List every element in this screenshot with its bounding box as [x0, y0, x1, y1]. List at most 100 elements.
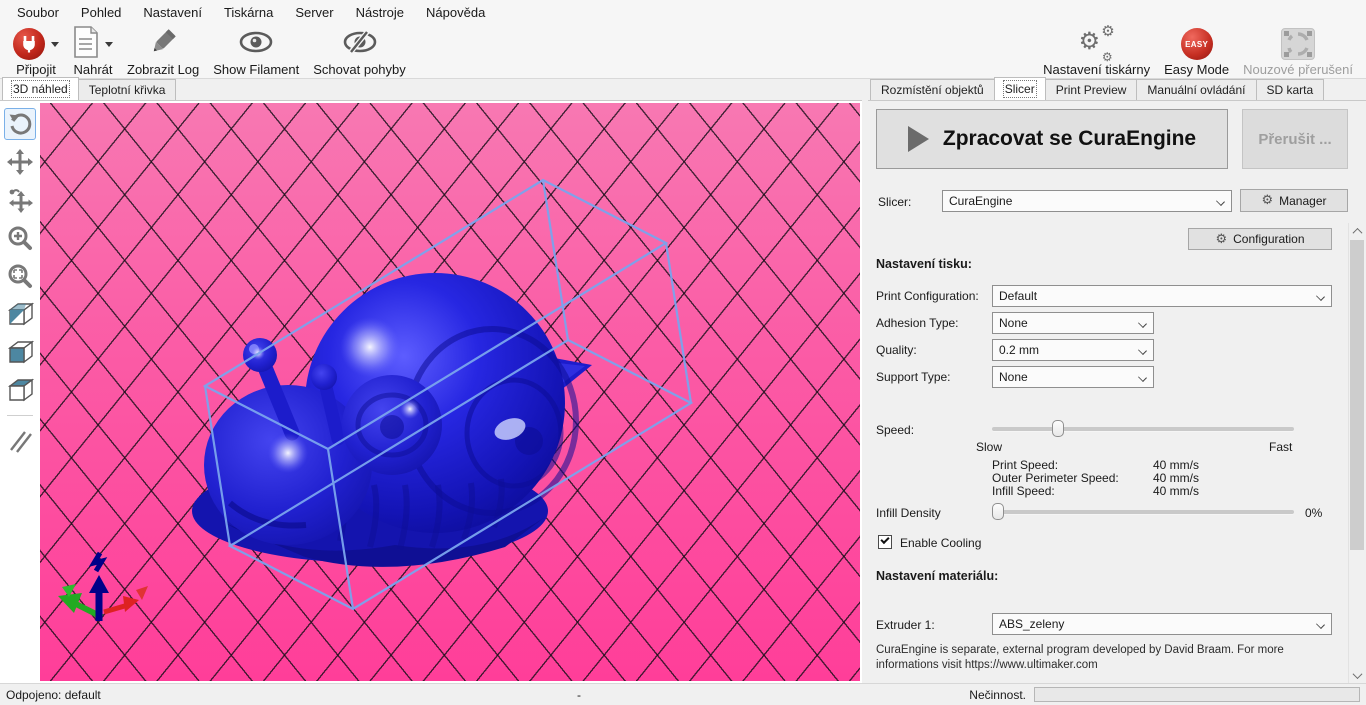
slicer-select-value: CuraEngine: [949, 194, 1012, 208]
isometric-view-icon[interactable]: [4, 298, 36, 330]
quality-select[interactable]: 0.2 mm: [992, 339, 1154, 361]
upload-dropdown-caret-icon[interactable]: [105, 42, 113, 47]
rotate-view-icon[interactable]: [4, 108, 36, 140]
status-bar: Odpojeno: default - Nečinnost.: [0, 683, 1366, 705]
viewport-3d[interactable]: [40, 103, 860, 681]
speed-slider-handle[interactable]: [1052, 420, 1064, 437]
menu-nastaveni[interactable]: Nastavení: [132, 1, 213, 24]
scroll-up-button[interactable]: [1349, 223, 1365, 240]
tab-print-preview[interactable]: Print Preview: [1045, 79, 1138, 100]
extruder-1-select[interactable]: ABS_zeleny: [992, 613, 1332, 635]
move-object-icon[interactable]: [4, 184, 36, 216]
menu-tiskarna[interactable]: Tiskárna: [213, 1, 284, 24]
slice-button[interactable]: Zpracovat se CuraEngine: [876, 109, 1228, 169]
enable-cooling-label: Enable Cooling: [900, 536, 981, 550]
view-area: [0, 100, 862, 683]
hide-moves-button[interactable]: Schovat pohyby: [306, 26, 413, 78]
easy-mode-icon: EASY: [1181, 28, 1213, 60]
scroll-up-icon: [1352, 228, 1362, 238]
easy-mode-label: Easy Mode: [1164, 62, 1229, 77]
snail-model[interactable]: [192, 273, 592, 567]
menu-nastroje[interactable]: Nástroje: [345, 1, 415, 24]
connect-button[interactable]: Připojit: [6, 26, 66, 78]
manager-button-label: Manager: [1279, 194, 1326, 208]
tab-sd-card[interactable]: SD karta: [1256, 79, 1325, 100]
control-tabstrip: Rozmístění objektů Slicer Print Preview …: [868, 80, 1366, 100]
chevron-down-icon: [1316, 620, 1325, 629]
infill-density-label: Infill Density: [876, 506, 941, 520]
slicer-select[interactable]: CuraEngine: [942, 190, 1232, 212]
tab-manual-control[interactable]: Manuální ovládání: [1136, 79, 1256, 100]
outer-perimeter-speed-value: 40 mm/s: [1153, 471, 1199, 485]
slicer-label: Slicer:: [878, 195, 911, 209]
tab-slicer[interactable]: Slicer: [994, 77, 1046, 100]
tool-strip-separator: [7, 415, 33, 416]
parallel-projection-icon[interactable]: [4, 425, 36, 457]
view-panel: 3D náhled Teplotní křivka: [0, 80, 862, 683]
configuration-button[interactable]: ⚙ Configuration: [1188, 228, 1332, 250]
slice-button-label: Zpracovat se CuraEngine: [943, 127, 1196, 151]
printer-settings-label: Nastavení tiskárny: [1043, 62, 1150, 77]
print-configuration-value: Default: [999, 289, 1037, 303]
adhesion-type-select[interactable]: None: [992, 312, 1154, 334]
extruder-1-value: ABS_zeleny: [999, 617, 1064, 631]
view-tabstrip: 3D náhled Teplotní křivka: [0, 80, 862, 100]
configuration-button-label: Configuration: [1233, 232, 1304, 246]
slicer-panel: Zpracovat se CuraEngine Přerušit ... Sli…: [868, 100, 1366, 683]
plug-icon: [13, 28, 45, 60]
speed-slider[interactable]: [992, 419, 1294, 437]
panel-scrollbar[interactable]: [1348, 223, 1364, 684]
manager-button[interactable]: ⚙ Manager: [1240, 189, 1348, 212]
menu-pohled[interactable]: Pohled: [70, 1, 132, 24]
connect-dropdown-caret-icon[interactable]: [51, 42, 59, 47]
enable-cooling-checkbox[interactable]: [878, 535, 892, 549]
infill-density-slider[interactable]: [992, 502, 1294, 520]
move-view-icon[interactable]: [4, 146, 36, 178]
infill-density-slider-track: [992, 510, 1294, 514]
menu-server[interactable]: Server: [284, 1, 344, 24]
infill-speed-value: 40 mm/s: [1153, 484, 1199, 498]
tab-object-placement[interactable]: Rozmístění objektů: [870, 79, 995, 100]
print-configuration-select[interactable]: Default: [992, 285, 1332, 307]
menu-napoveda[interactable]: Nápověda: [415, 1, 496, 24]
tab-temperature-curve[interactable]: Teplotní křivka: [78, 79, 177, 100]
support-type-select[interactable]: None: [992, 366, 1154, 388]
scroll-down-icon: [1352, 669, 1362, 679]
speed-label: Speed:: [876, 423, 914, 437]
print-settings-header: Nastavení tisku:: [876, 257, 972, 271]
tab-3d-preview[interactable]: 3D náhled: [2, 77, 79, 100]
scroll-down-button[interactable]: [1349, 667, 1365, 684]
zoom-in-icon[interactable]: [4, 222, 36, 254]
quality-label: Quality:: [876, 343, 917, 357]
show-log-label: Zobrazit Log: [127, 62, 199, 77]
outer-perimeter-speed-label: Outer Perimeter Speed:: [992, 471, 1119, 485]
adhesion-type-value: None: [999, 316, 1028, 330]
print-speed-value: 40 mm/s: [1153, 458, 1199, 472]
printer-settings-button[interactable]: ⚙ ⚙ ⚙ Nastavení tiskárny: [1036, 26, 1157, 78]
eye-slash-icon: [342, 29, 378, 60]
eye-icon: [238, 30, 274, 59]
zoom-fit-icon[interactable]: [4, 260, 36, 292]
scrollbar-thumb[interactable]: [1350, 240, 1364, 550]
infill-density-slider-handle[interactable]: [992, 503, 1004, 520]
show-log-button[interactable]: Zobrazit Log: [120, 26, 206, 78]
upload-label: Nahrát: [73, 62, 112, 77]
top-view-icon[interactable]: [4, 374, 36, 406]
main-toolbar: Připojit Nahrát: [0, 24, 1366, 79]
infill-density-value: 0%: [1305, 506, 1322, 520]
print-speed-label: Print Speed:: [992, 458, 1058, 472]
menu-soubor[interactable]: Soubor: [6, 1, 70, 24]
easy-mode-button[interactable]: EASY Easy Mode: [1157, 26, 1236, 78]
chevron-down-icon: [1138, 373, 1147, 382]
infill-speed-label: Infill Speed:: [992, 484, 1055, 498]
quality-value: 0.2 mm: [999, 343, 1039, 357]
print-configuration-label: Print Configuration:: [876, 289, 979, 303]
emergency-stop-button: Nouzové přerušení: [1236, 26, 1360, 78]
chevron-down-icon: [1138, 346, 1147, 355]
show-filament-button[interactable]: Show Filament: [206, 26, 306, 78]
upload-button[interactable]: Nahrát: [66, 26, 120, 78]
front-view-icon[interactable]: [4, 336, 36, 368]
support-type-value: None: [999, 370, 1028, 384]
extruder-1-label: Extruder 1:: [876, 618, 935, 632]
main-area: 3D náhled Teplotní křivka: [0, 80, 1366, 683]
